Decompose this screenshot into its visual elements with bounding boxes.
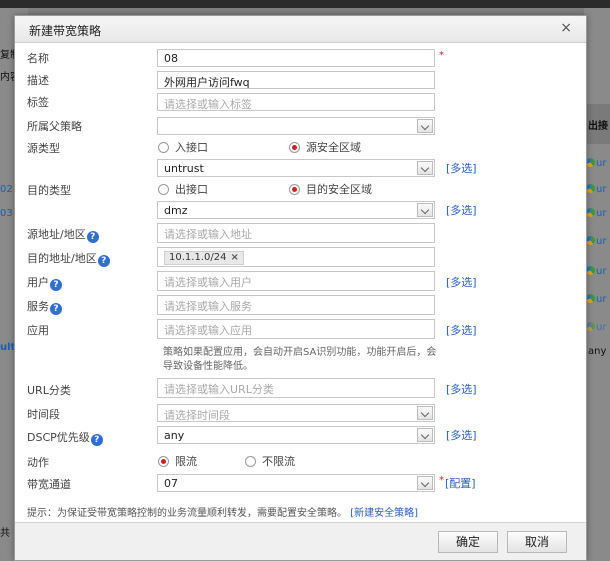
cancel-button[interactable]: 取消 — [507, 531, 567, 553]
radio-checked-icon — [289, 184, 300, 195]
destination-type-label: 目的类型 — [27, 184, 71, 197]
source-zone-select[interactable]: untrust — [157, 159, 435, 177]
dialog-title-bar: 新建带宽策略 × — [15, 16, 586, 43]
time-range-label: 时间段 — [27, 408, 60, 421]
parent-policy-select[interactable] — [157, 117, 435, 135]
service-input[interactable]: 请选择或输入服务 — [157, 295, 435, 315]
bg-right-row: ur — [586, 184, 610, 198]
radio-egress-interface[interactable]: 出接口 — [158, 181, 208, 197]
required-mark: * — [439, 50, 444, 61]
chevron-down-icon — [417, 476, 433, 490]
background-right-panel — [584, 8, 610, 561]
chevron-down-icon — [417, 161, 433, 175]
application-multiselect-link[interactable]: [多选] — [446, 322, 477, 338]
radio-checked-icon — [289, 142, 300, 153]
source-type-label: 源类型 — [27, 142, 60, 155]
globe-icon — [586, 266, 595, 275]
globe-icon — [586, 294, 595, 303]
bg-right-row: ur — [586, 266, 610, 280]
service-label: 服务? — [27, 298, 62, 315]
source-zone-multiselect-link[interactable]: [多选] — [446, 160, 477, 176]
chevron-down-icon — [417, 119, 433, 133]
bg-right-row: ur — [586, 294, 610, 308]
globe-icon — [586, 322, 595, 331]
dscp-priority-select[interactable]: any — [157, 426, 435, 444]
source-address-input[interactable]: 请选择或输入地址 — [157, 223, 435, 243]
bandwidth-channel-select[interactable]: 07 — [157, 474, 435, 492]
new-bandwidth-policy-dialog: 新建带宽策略 × 名称 08 * 描述 外网用户访问fwq 标签 请选择或输入标… — [14, 15, 587, 561]
radio-ingress-interface[interactable]: 入接口 — [158, 139, 208, 155]
chevron-down-icon — [417, 428, 433, 442]
dscp-priority-label: DSCP优先级? — [27, 429, 103, 446]
help-icon[interactable]: ? — [50, 279, 62, 291]
dscp-multiselect-link[interactable]: [多选] — [446, 427, 477, 443]
name-input[interactable]: 08 — [157, 49, 435, 67]
globe-icon — [586, 208, 595, 217]
bg-right-row: ur — [586, 236, 610, 250]
user-multiselect-link[interactable]: [多选] — [446, 274, 477, 290]
tag-input[interactable]: 请选择或输入标签 — [157, 93, 435, 111]
help-icon[interactable]: ? — [86, 231, 99, 243]
application-hint: 策略如果配置应用，会自动开启SA识别功能，功能开启后，会导致设备性能降低。 — [163, 347, 437, 372]
destination-zone-select[interactable]: dmz — [157, 201, 435, 219]
chevron-down-icon — [417, 406, 433, 420]
dialog-footer: 确定 取消 — [15, 522, 586, 560]
bg-right-any: any — [588, 346, 607, 357]
radio-destination-zone[interactable]: 目的安全区域 — [289, 181, 372, 197]
url-category-input[interactable]: 请选择或输入URL分类 — [157, 378, 435, 398]
help-icon[interactable]: ? — [97, 255, 110, 267]
radio-icon — [158, 142, 169, 153]
user-input[interactable]: 请选择或输入用户 — [157, 271, 435, 291]
tag-label: 标签 — [27, 96, 49, 109]
configure-channel-link[interactable]: [配置] — [445, 475, 476, 491]
required-mark: * — [439, 475, 444, 486]
radio-icon — [158, 184, 169, 195]
remove-tag-icon[interactable]: × — [230, 252, 238, 263]
radio-icon — [245, 456, 256, 467]
security-policy-tip: 提示：为保证受带宽策略控制的业务流量顺利转发，需要配置安全策略。 [新建安全策略… — [27, 508, 418, 519]
parent-policy-label: 所属父策略 — [27, 120, 82, 133]
radio-source-zone[interactable]: 源安全区域 — [289, 139, 361, 155]
globe-icon — [586, 158, 595, 167]
source-address-label: 源地址/地区? — [27, 226, 99, 243]
radio-no-rate-limit[interactable]: 不限流 — [245, 453, 295, 469]
confirm-button[interactable]: 确定 — [438, 531, 498, 553]
name-label: 名称 — [27, 52, 49, 65]
bg-right-row: ur — [586, 158, 610, 172]
help-icon[interactable]: ? — [90, 434, 103, 446]
bandwidth-channel-label: 带宽通道 — [27, 478, 71, 491]
dialog-title: 新建带宽策略 — [29, 24, 102, 38]
action-label: 动作 — [27, 456, 49, 469]
url-category-multiselect-link[interactable]: [多选] — [446, 381, 477, 397]
destination-address-label: 目的地址/地区? — [27, 250, 110, 267]
url-category-label: URL分类 — [27, 384, 71, 397]
bg-column-header: 出接 — [584, 104, 610, 144]
chevron-down-icon — [417, 203, 433, 217]
application-input[interactable]: 请选择或输入应用 — [157, 319, 435, 339]
time-range-select[interactable]: 请选择时间段 — [157, 404, 435, 422]
description-label: 描述 — [27, 74, 49, 87]
application-label: 应用 — [27, 324, 49, 337]
radio-checked-icon — [158, 456, 169, 467]
destination-zone-multiselect-link[interactable]: [多选] — [446, 202, 477, 218]
destination-address-input[interactable]: 10.1.1.0/24 × — [157, 247, 435, 267]
globe-icon — [586, 184, 595, 193]
address-tag: 10.1.1.0/24 × — [164, 251, 244, 265]
bg-right-row: ur — [586, 208, 610, 222]
app-top-bar — [0, 0, 610, 8]
description-input[interactable]: 外网用户访问fwq — [157, 71, 435, 89]
close-icon[interactable]: × — [560, 20, 572, 36]
user-label: 用户? — [27, 274, 62, 291]
radio-rate-limit[interactable]: 限流 — [158, 453, 197, 469]
help-icon[interactable]: ? — [50, 303, 62, 315]
globe-icon — [586, 236, 595, 245]
new-security-policy-link[interactable]: [新建安全策略] — [350, 508, 418, 519]
bg-right-row: ur — [586, 322, 610, 336]
